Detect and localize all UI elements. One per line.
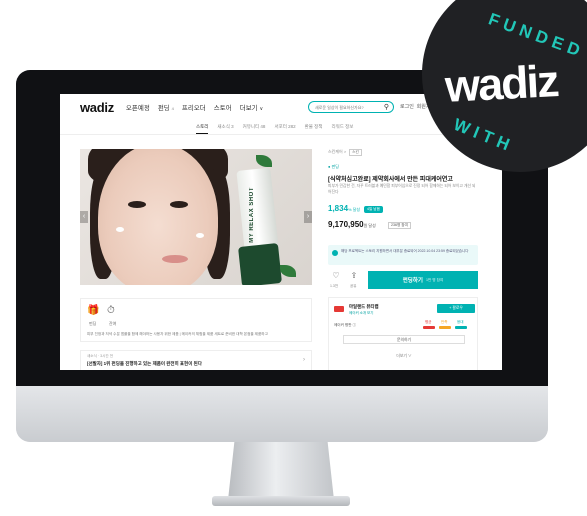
- photo-prev-arrow[interactable]: ‹: [80, 211, 88, 223]
- tabs-divider: [60, 134, 502, 135]
- supporters-badge: 236명 참여: [388, 222, 411, 229]
- news-meta: 새소식 · 3시간 전: [87, 354, 114, 358]
- chevron-right-icon: ›: [303, 357, 305, 363]
- percent-unit: % 달성: [348, 207, 361, 212]
- marketing-stage: wadiz 오픈예정 펀딩 4 프리오더 스토어 더보기 ∨ ⚲ 로그인 회원가…: [0, 0, 587, 516]
- days-left-badge: 4일 남음: [364, 206, 383, 213]
- login-link[interactable]: 로그인: [400, 104, 414, 110]
- follow-button[interactable]: + 팔로우: [437, 304, 475, 313]
- maker-rating-label: 메이커 평판 ⓘ: [334, 323, 357, 327]
- screen: wadiz 오픈예정 펀딩 4 프리오더 스토어 더보기 ∨ ⚲ 로그인 회원가…: [60, 94, 502, 370]
- tab-community[interactable]: 커뮤니티 48: [243, 124, 266, 134]
- nav-item-store[interactable]: 스토어: [214, 102, 232, 112]
- search-box[interactable]: ⚲: [308, 101, 394, 113]
- alert-text: 해당 프로젝트는 스토리 지원하면서 대부분 종료되어 2022.10.04 2…: [341, 249, 469, 253]
- amount-value: 9,170,950: [328, 220, 364, 229]
- info-icon: [332, 250, 338, 256]
- cream-dot: [116, 227, 124, 232]
- action-row: ♡ 1.3천 ⇪ 공유 펀딩하기 1만 명 참여: [328, 269, 478, 291]
- share-label: 공유: [350, 284, 357, 288]
- fund-button[interactable]: 펀딩하기 1만 명 참여: [368, 271, 478, 289]
- product-label: MY RELAX SHOT: [249, 187, 255, 243]
- project-description: 피부 진정과 저녁 수분 앰플을 함께 해야하는 사용자 위한 제품 | 메이커…: [87, 332, 268, 336]
- nav-item-funding[interactable]: 펀딩 4: [158, 102, 174, 112]
- clock-icon: ⏱: [107, 305, 115, 316]
- badge-wadiz-logo: wadiz: [443, 55, 559, 112]
- maker-name[interactable]: 마일랜드 뷰티랩: [349, 304, 379, 310]
- percent-value: 1,834: [328, 204, 349, 213]
- project-subtitle: 피부가 민감한 건, 자꾸 트러블과 예민함 피부어심으로 진정 되어 함께하는…: [328, 184, 476, 194]
- lips: [162, 255, 188, 263]
- project-title: [식약처심고완료] 제약회사에서 만든 피대케어연고: [328, 177, 453, 183]
- stat-label: 응대: [457, 320, 464, 324]
- tab-news[interactable]: 새소식 3: [217, 124, 233, 134]
- tab-refund-policy[interactable]: 환불 정책: [305, 124, 323, 134]
- tab-supporters[interactable]: 서포터 282: [274, 124, 295, 134]
- chevron-down-icon: ∨: [259, 106, 264, 112]
- photo-next-arrow[interactable]: ›: [304, 211, 312, 223]
- remaining-label: 잔여: [109, 321, 117, 326]
- gift-icon: 🎁: [87, 305, 100, 316]
- tab-reward-info[interactable]: 리워드 정보: [331, 124, 353, 134]
- nav-item-funding-label: 펀딩: [157, 105, 170, 112]
- nav-funding-badge: 4: [171, 106, 174, 111]
- inquiry-button[interactable]: 문의하기: [343, 335, 465, 344]
- nav-item-more[interactable]: 더보기 ∨: [240, 102, 263, 112]
- amount-unit: 원 달성: [363, 223, 376, 228]
- nav-item-coming-soon[interactable]: 오픈예정: [126, 102, 150, 112]
- eye-left: [128, 201, 146, 208]
- maker-card: 마일랜드 뷰티랩 메이커 소개 보기 + 팔로우 메이커 평판 ⓘ 평균 만족 …: [328, 297, 478, 370]
- breadcrumb: 스킨케어 > 스킨: [328, 149, 362, 156]
- cream-dot: [196, 233, 204, 238]
- funded-amount: 9,170,950원 달성: [328, 220, 376, 229]
- fund-button-sub: 1만 명 참여: [426, 277, 444, 282]
- nav-item-more-label: 더보기: [239, 105, 258, 112]
- stat-label: 만족: [441, 320, 448, 324]
- imac-stand: [228, 442, 334, 500]
- model-face: [98, 149, 218, 285]
- achievement-percent: 1,834% 달성: [328, 204, 360, 213]
- search-input[interactable]: [315, 104, 381, 110]
- stat-label: 평균: [425, 320, 432, 324]
- news-item[interactable]: 새소식 · 3시간 전 [선발자] 1위 펀딩을 진행하고 있는 제품이 완전히…: [80, 350, 312, 370]
- more-link[interactable]: 더보기 ∨: [329, 354, 479, 359]
- leaf-decoration: [256, 155, 272, 167]
- product-tube-cap: [238, 243, 282, 285]
- imac-chin: [16, 386, 548, 442]
- product-photo: MY RELAX SHOT ‹ ›: [80, 149, 312, 285]
- wadiz-logo[interactable]: wadiz: [80, 100, 114, 115]
- maker-logo: [334, 306, 344, 312]
- project-info-box: 🎁 펀딩 ⏱ 잔여 피부 진정과 저녁 수분 앰플을 함께 해야하는 사용자 위…: [80, 298, 312, 342]
- funding-panel: 스킨케어 > 스킨 ● 펀딩 [식약처심고완료] 제약회사에서 만든 피대케어연고…: [328, 149, 480, 370]
- funding-label: 펀딩: [89, 321, 97, 326]
- maker-sub[interactable]: 메이커 소개 보기: [349, 311, 374, 316]
- breadcrumb-badge: 스킨: [349, 149, 362, 156]
- category-badge: ● 펀딩: [328, 164, 339, 169]
- stat-bar: [423, 326, 435, 329]
- nav-item-preorder[interactable]: 프리오더: [182, 102, 206, 112]
- notice-alert: 해당 프로젝트는 스토리 지원하면서 대부분 종료되어 2022.10.04 2…: [328, 245, 478, 265]
- stat-bar: [455, 326, 467, 329]
- imac-stand-foot: [212, 496, 350, 506]
- like-count: 1.3천: [330, 284, 339, 288]
- stat-bar: [439, 326, 451, 329]
- project-tabs: 스토리 새소식 3 커뮤니티 48 서포터 282 환불 정책 리워드 정보: [196, 124, 362, 134]
- tab-story[interactable]: 스토리: [196, 124, 209, 134]
- eye-right: [170, 201, 188, 208]
- news-title: [선발자] 1위 펀딩을 진행하고 있는 제품이 완전히 표현이 된다: [87, 361, 202, 366]
- fund-button-label: 펀딩하기: [402, 278, 423, 284]
- search-icon[interactable]: ⚲: [384, 103, 389, 111]
- breadcrumb-category[interactable]: 스킨케어 >: [328, 149, 346, 154]
- leaf-decoration: [280, 265, 296, 277]
